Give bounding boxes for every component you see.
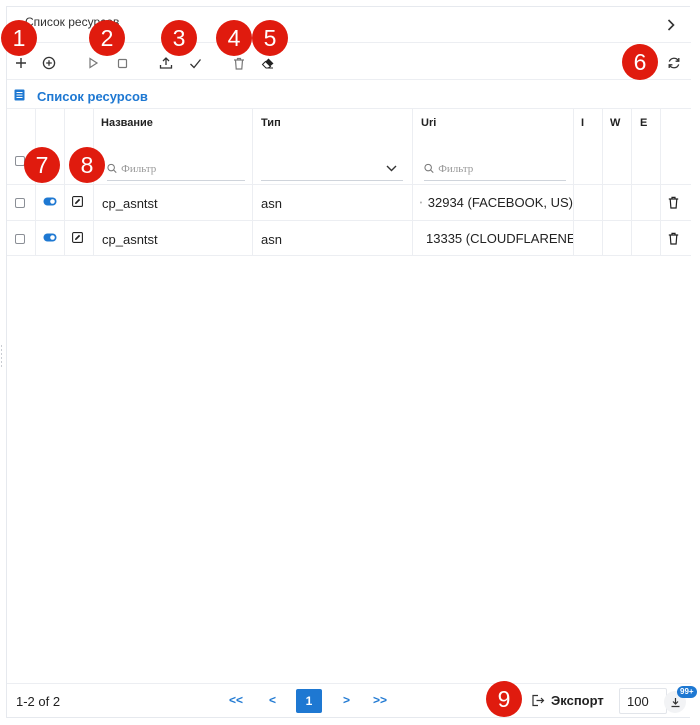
name-filter[interactable] xyxy=(107,157,245,181)
annotation-marker: 5 xyxy=(252,20,288,56)
export-icon xyxy=(532,694,545,707)
annotation-marker: 3 xyxy=(161,20,197,56)
annotation-marker: 7 xyxy=(24,147,60,183)
uri-filter-input[interactable] xyxy=(434,162,566,175)
column-header-e[interactable]: E xyxy=(640,117,647,129)
section-header: Список ресурсов xyxy=(7,81,691,109)
chevron-right-icon[interactable] xyxy=(667,19,675,31)
row-checkbox[interactable] xyxy=(15,198,25,208)
refresh-icon[interactable] xyxy=(665,54,683,72)
type-filter-select[interactable] xyxy=(261,157,403,181)
annotation-marker: 6 xyxy=(622,44,658,80)
export-button[interactable]: Экспорт xyxy=(531,693,604,708)
row-type: asn xyxy=(261,196,282,211)
table-row[interactable]: cp_asntst asn 13335 (CLOUDFLARENET, US) xyxy=(7,220,691,256)
delete-row-icon[interactable] xyxy=(668,196,679,209)
table-footer: 1-2 of 2 << < 1 > >> Экспорт 100 99+ xyxy=(7,683,697,719)
annotation-marker: 8 xyxy=(69,147,105,183)
download-icon xyxy=(671,697,679,707)
add-icon[interactable] xyxy=(12,54,30,72)
export-label: Экспорт xyxy=(551,693,604,708)
last-page-button[interactable]: >> xyxy=(373,693,387,707)
row-uri-text: 13335 (CLOUDFLARENET, US) xyxy=(426,231,573,246)
record-count: 1-2 of 2 xyxy=(16,694,61,709)
toggle-icon[interactable] xyxy=(43,197,57,206)
row-uri: 13335 (CLOUDFLARENET, US) xyxy=(420,231,573,246)
row-name: cp_asntst xyxy=(102,232,158,247)
column-header-name[interactable]: Название xyxy=(101,117,153,129)
first-page-button[interactable]: << xyxy=(229,693,243,707)
row-type: asn xyxy=(261,232,282,247)
search-icon xyxy=(107,163,117,174)
eraser-icon[interactable] xyxy=(259,54,277,72)
panel-splitter-handle[interactable] xyxy=(0,345,3,367)
downloads-badge: 99+ xyxy=(677,686,697,698)
resource-list-panel: Список ресурсов Список ресурсов Название… xyxy=(6,6,697,719)
row-uri-text: 32934 (FACEBOOK, US) xyxy=(427,195,573,210)
chevron-down-icon xyxy=(386,165,397,172)
table-row[interactable]: cp_asntst asn 32934 (FACEBOOK, US) xyxy=(7,184,691,220)
current-page-button[interactable]: 1 xyxy=(296,689,322,713)
play-icon[interactable] xyxy=(84,54,102,72)
delete-row-icon[interactable] xyxy=(668,232,679,245)
uri-filter[interactable] xyxy=(424,157,566,181)
edit-icon[interactable] xyxy=(72,232,83,243)
next-page-button[interactable]: > xyxy=(343,693,350,707)
toggle-icon[interactable] xyxy=(43,233,57,242)
trash-icon[interactable] xyxy=(230,54,248,72)
prev-page-button[interactable]: < xyxy=(269,693,276,707)
list-icon xyxy=(420,201,422,204)
annotation-marker: 1 xyxy=(1,20,37,56)
annotation-marker: 4 xyxy=(216,20,252,56)
page-size-select[interactable]: 100 xyxy=(619,688,667,714)
row-name: cp_asntst xyxy=(102,196,158,211)
annotation-marker: 2 xyxy=(89,20,125,56)
row-checkbox[interactable] xyxy=(15,234,25,244)
name-filter-input[interactable] xyxy=(117,162,245,175)
column-header-type[interactable]: Тип xyxy=(261,117,281,129)
add-circle-icon[interactable] xyxy=(40,54,58,72)
edit-icon[interactable] xyxy=(72,196,83,207)
annotation-marker: 9 xyxy=(486,681,522,717)
column-header-i[interactable]: I xyxy=(581,117,584,129)
section-title: Список ресурсов xyxy=(37,89,148,104)
column-header-uri[interactable]: Uri xyxy=(421,117,436,129)
check-icon[interactable] xyxy=(186,54,204,72)
stop-icon[interactable] xyxy=(113,54,131,72)
upload-icon[interactable] xyxy=(157,54,175,72)
column-header-w[interactable]: W xyxy=(610,117,620,129)
search-icon xyxy=(424,163,434,174)
list-document-icon xyxy=(14,89,25,101)
row-uri: 32934 (FACEBOOK, US) xyxy=(420,195,573,210)
